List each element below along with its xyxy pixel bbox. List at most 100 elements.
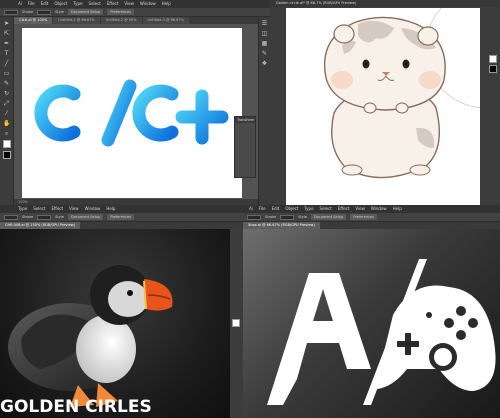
letter-c-shape	[132, 84, 179, 142]
menu-bar: Ai File Edit Object Type Select Effect V…	[0, 0, 270, 8]
rotate-tool-icon[interactable]: ↻	[3, 90, 10, 97]
window-top-right: Golden circle.ai* @ 66.7% (RGB/GPU Previ…	[270, 0, 500, 205]
puffin-illustration	[8, 265, 173, 407]
menu-item[interactable]: Select	[33, 205, 45, 213]
tab-document[interactable]: Untitled-1 @ 66.67%	[53, 17, 100, 24]
window-bottom-right: Ai File Edit Object Type Select Effect V…	[243, 205, 500, 418]
window-top-left: Ai File Edit Object Type Select Effect V…	[0, 0, 270, 205]
tab-document[interactable]: C##.ai @ 100%	[14, 17, 53, 24]
menu-item[interactable]: Object	[54, 0, 67, 8]
symbols-icon[interactable]: ❖	[261, 60, 268, 67]
menu-item[interactable]: Effect	[107, 0, 119, 8]
tab-document[interactable]: Untitled-3 @ 66.67%	[142, 17, 189, 24]
rectangle-tool-icon[interactable]: ▭	[3, 70, 10, 77]
layers-icon[interactable]: ◫	[261, 30, 268, 37]
preferences-button[interactable]: Preferences	[350, 214, 377, 220]
document-setup-button[interactable]: Document Setup	[67, 9, 104, 15]
tab-document[interactable]: CHR-008.ai @ 150% (RGB/GPU Preview)	[0, 222, 80, 229]
direct-selection-icon[interactable]: ⇱	[3, 30, 10, 37]
slash-shape	[101, 79, 137, 147]
fill-color-swatch[interactable]	[489, 55, 497, 63]
menu-item[interactable]: Window	[140, 0, 156, 8]
stroke-weight-input[interactable]	[280, 214, 295, 220]
window-bottom-left: Type Select Effect View Window Help Stro…	[0, 205, 243, 418]
preferences-button[interactable]: Preferences	[107, 9, 134, 15]
control-bar: Stroke Style Document Setup Preferences	[0, 213, 243, 222]
tab-document[interactable]: Untitled-2 @ 50%	[100, 17, 142, 24]
swatches-icon[interactable]: ▦	[261, 40, 268, 47]
fill-swatch[interactable]	[247, 214, 261, 220]
gamepad-body	[371, 285, 496, 405]
menu-item[interactable]: Ai	[249, 205, 253, 213]
stroke-color-swatch[interactable]	[2, 151, 11, 159]
hamster-illustration	[324, 0, 500, 179]
menu-item[interactable]: Help	[162, 0, 171, 8]
menu-item[interactable]: Help	[393, 205, 402, 213]
brushes-icon[interactable]: ✎	[261, 50, 268, 57]
menu-item[interactable]: Edit	[41, 0, 49, 8]
plus-shape	[175, 89, 229, 145]
hamster-foot	[409, 164, 431, 176]
fill-color-swatch[interactable]	[232, 319, 240, 327]
style-label: Style	[55, 10, 64, 14]
scale-tool-icon[interactable]: ⤢	[3, 100, 10, 107]
fill-swatch[interactable]	[4, 214, 18, 220]
document-title: Golden circle.ai* @ 66.7% (RGB/GPU Previ…	[270, 0, 500, 7]
menu-item[interactable]: File	[259, 205, 266, 213]
control-bar: Stroke Style Document Setup Preferences	[243, 213, 500, 222]
menu-item[interactable]: View	[69, 205, 79, 213]
zoom-tool-icon[interactable]: ⌕	[3, 130, 10, 137]
style-label: Style	[55, 215, 64, 219]
type-tool-icon[interactable]: T	[3, 50, 10, 57]
fill-color-swatch[interactable]	[2, 140, 11, 148]
document-tabs: CHR-008.ai @ 150% (RGB/GPU Preview)	[0, 222, 243, 229]
gamepad-button-icon	[456, 330, 466, 340]
eyedropper-icon[interactable]: ⁄	[3, 110, 10, 117]
artboard[interactable]	[0, 229, 230, 418]
stroke-color-swatch[interactable]	[489, 65, 497, 73]
transform-panel[interactable]: Transform	[234, 116, 256, 178]
hamster-eye	[362, 59, 370, 69]
tab-document[interactable]: Xbox.ai @ 66.67% (RGB/GPU Preview)	[243, 222, 320, 229]
menu-item[interactable]: File	[28, 0, 35, 8]
menu-item[interactable]: Window	[85, 205, 101, 213]
stroke-weight-input[interactable]	[37, 214, 52, 220]
pen-tool-icon[interactable]: ✒	[3, 40, 10, 47]
puffin-belly	[76, 315, 136, 383]
menu-item[interactable]: Type	[18, 205, 27, 213]
preferences-button[interactable]: Preferences	[107, 214, 134, 220]
artboard[interactable]	[22, 28, 242, 198]
brush-tool-icon[interactable]: ✎	[3, 80, 10, 87]
stroke-weight-input[interactable]	[37, 9, 52, 15]
menu-item[interactable]: Select	[320, 205, 332, 213]
hand-tool-icon[interactable]: ✋	[3, 120, 10, 127]
hamster-eye	[402, 59, 410, 69]
document-setup-button[interactable]: Document Setup	[310, 214, 347, 220]
menu-item[interactable]: Object	[285, 205, 298, 213]
hamster-paw	[395, 102, 409, 114]
menu-item[interactable]: Effect	[52, 205, 64, 213]
fill-swatch[interactable]	[4, 9, 18, 15]
properties-icon[interactable]: ☰	[261, 20, 268, 27]
menu-item[interactable]: Select	[89, 0, 101, 8]
menu-item[interactable]: Effect	[338, 205, 350, 213]
menu-item[interactable]: Help	[106, 205, 115, 213]
document-tabs: C##.ai @ 100% Untitled-1 @ 66.67% Untitl…	[14, 17, 270, 24]
document-setup-button[interactable]: Document Setup	[67, 214, 104, 220]
menu-bar: Ai File Edit Object Type Select Effect V…	[243, 205, 500, 213]
menu-bar: Type Select Effect View Window Help	[0, 205, 243, 213]
menu-item[interactable]: View	[124, 0, 134, 8]
menu-item[interactable]: Ai	[18, 0, 22, 8]
menu-item[interactable]: Type	[73, 0, 82, 8]
line-tool-icon[interactable]: ╱	[3, 60, 10, 67]
artboard[interactable]	[243, 229, 500, 418]
gamepad-button-icon	[444, 318, 454, 328]
tools-panel: ➤ ⇱ ✒ T ╱ ▭ ✎ ↻ ⤢ ⁄ ✋ ⌕	[0, 17, 14, 205]
artboard[interactable]	[286, 0, 500, 205]
menu-item[interactable]: View	[355, 205, 365, 213]
menu-item[interactable]: Type	[304, 205, 313, 213]
selection-tool-icon[interactable]: ➤	[3, 20, 10, 27]
menu-item[interactable]: Window	[371, 205, 387, 213]
menu-item[interactable]: Edit	[272, 205, 280, 213]
panel-title: Transform	[235, 117, 255, 123]
